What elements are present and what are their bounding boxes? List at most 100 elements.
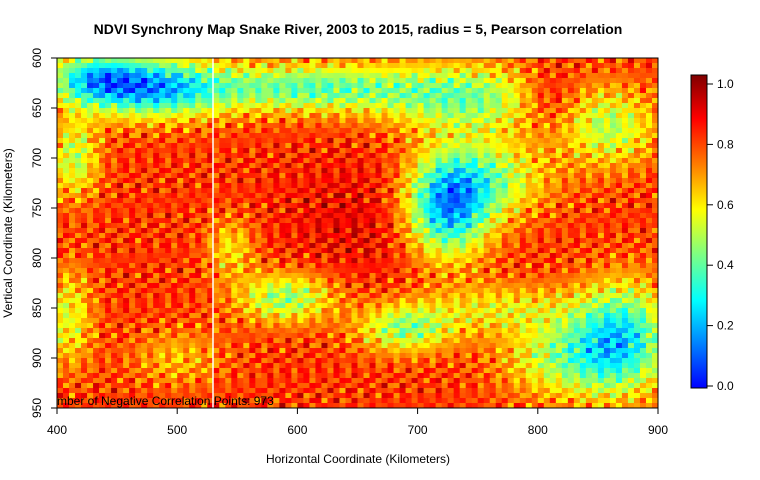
heatmap-cell — [441, 293, 449, 299]
heatmap-cell — [375, 108, 383, 114]
heatmap-cell — [111, 298, 118, 304]
heatmap-cell — [111, 173, 118, 179]
heatmap-cell — [411, 118, 419, 124]
heatmap-cell — [543, 118, 551, 124]
heatmap-cell — [129, 218, 136, 224]
heatmap-cell — [339, 68, 346, 74]
heatmap-cell — [609, 63, 617, 69]
heatmap-cell — [615, 298, 623, 304]
heatmap-cell — [333, 288, 340, 294]
heatmap-cell — [177, 153, 184, 159]
heatmap-cell — [93, 73, 100, 79]
heatmap-cell — [183, 178, 190, 184]
heatmap-cell — [57, 213, 64, 219]
heatmap-cell — [447, 148, 455, 154]
heatmap-cell — [105, 168, 112, 174]
heatmap-cell — [459, 183, 467, 189]
heatmap-cell — [483, 263, 491, 269]
heatmap-cell — [519, 173, 527, 179]
heatmap-cell — [99, 208, 106, 214]
heatmap-cell — [525, 243, 533, 249]
heatmap-cell — [357, 268, 365, 274]
heatmap-cell — [363, 208, 371, 214]
heatmap-cell — [291, 103, 298, 109]
heatmap-cell — [123, 243, 130, 249]
heatmap-cell — [429, 288, 437, 294]
heatmap-cell — [261, 218, 268, 224]
heatmap-cell — [489, 148, 497, 154]
heatmap-cell — [441, 228, 449, 234]
heatmap-cell — [471, 178, 479, 184]
heatmap-cell — [363, 223, 371, 229]
heatmap-cell — [105, 128, 112, 134]
heatmap-cell — [357, 218, 365, 224]
heatmap-cell — [321, 218, 328, 224]
heatmap-cell — [267, 143, 274, 149]
heatmap-cell — [621, 303, 629, 309]
heatmap-cell — [273, 283, 280, 289]
heatmap-cell — [423, 63, 431, 69]
heatmap-cell — [597, 133, 605, 139]
heatmap-cell — [225, 293, 232, 299]
heatmap-cell — [285, 158, 292, 164]
heatmap-cell — [213, 283, 220, 289]
heatmap-cell — [417, 193, 425, 199]
heatmap-cell — [513, 73, 521, 79]
heatmap-cell — [225, 183, 232, 189]
heatmap-cell — [531, 203, 539, 209]
heatmap-cell — [327, 78, 334, 84]
heatmap-cell — [123, 293, 130, 299]
heatmap-cell — [177, 198, 184, 204]
heatmap-cell — [357, 228, 365, 234]
heatmap-cell — [429, 243, 437, 249]
heatmap-cell — [237, 203, 244, 209]
heatmap-cell — [339, 83, 346, 89]
heatmap-cell — [423, 298, 431, 304]
heatmap-cell — [447, 248, 455, 254]
heatmap-cell — [537, 258, 545, 264]
heatmap-cell — [579, 283, 587, 289]
heatmap-cell — [351, 218, 358, 224]
heatmap-cell — [597, 103, 605, 109]
heatmap-cell — [495, 118, 503, 124]
heatmap-cell — [303, 278, 310, 284]
heatmap-cell — [459, 263, 467, 269]
heatmap-cell — [489, 123, 497, 129]
heatmap-cell — [99, 128, 106, 134]
heatmap-cell — [417, 233, 425, 239]
heatmap-cell — [291, 93, 298, 99]
heatmap-cell — [345, 228, 352, 234]
heatmap-cell — [333, 173, 340, 179]
heatmap-cell — [183, 158, 190, 164]
heatmap-cell — [201, 73, 208, 79]
heatmap-cell — [183, 148, 190, 154]
heatmap-cell — [453, 273, 461, 279]
heatmap-cell — [93, 168, 100, 174]
heatmap-cell — [423, 108, 431, 114]
heatmap-cell — [483, 243, 491, 249]
heatmap-cell — [153, 118, 160, 124]
heatmap-cell — [129, 248, 136, 254]
heatmap-cell — [303, 273, 310, 279]
heatmap-cell — [237, 238, 244, 244]
heatmap-cell — [225, 188, 232, 194]
heatmap-cell — [231, 173, 238, 179]
heatmap-cell — [483, 278, 491, 284]
heatmap-cell — [609, 248, 617, 254]
heatmap-cell — [309, 123, 316, 129]
heatmap-cell — [159, 128, 166, 134]
heatmap-cell — [375, 113, 383, 119]
heatmap-cell — [135, 193, 142, 199]
heatmap-cell — [267, 223, 274, 229]
heatmap-cell — [339, 118, 346, 124]
heatmap-cell — [123, 93, 130, 99]
heatmap-cell — [255, 98, 262, 104]
heatmap-cell — [561, 198, 569, 204]
heatmap-cell — [327, 113, 334, 119]
heatmap-cell — [243, 143, 250, 149]
heatmap-cell — [225, 168, 232, 174]
heatmap-cell — [399, 118, 407, 124]
heatmap-cell — [231, 138, 238, 144]
heatmap-cell — [201, 63, 208, 69]
heatmap-cell — [231, 288, 238, 294]
